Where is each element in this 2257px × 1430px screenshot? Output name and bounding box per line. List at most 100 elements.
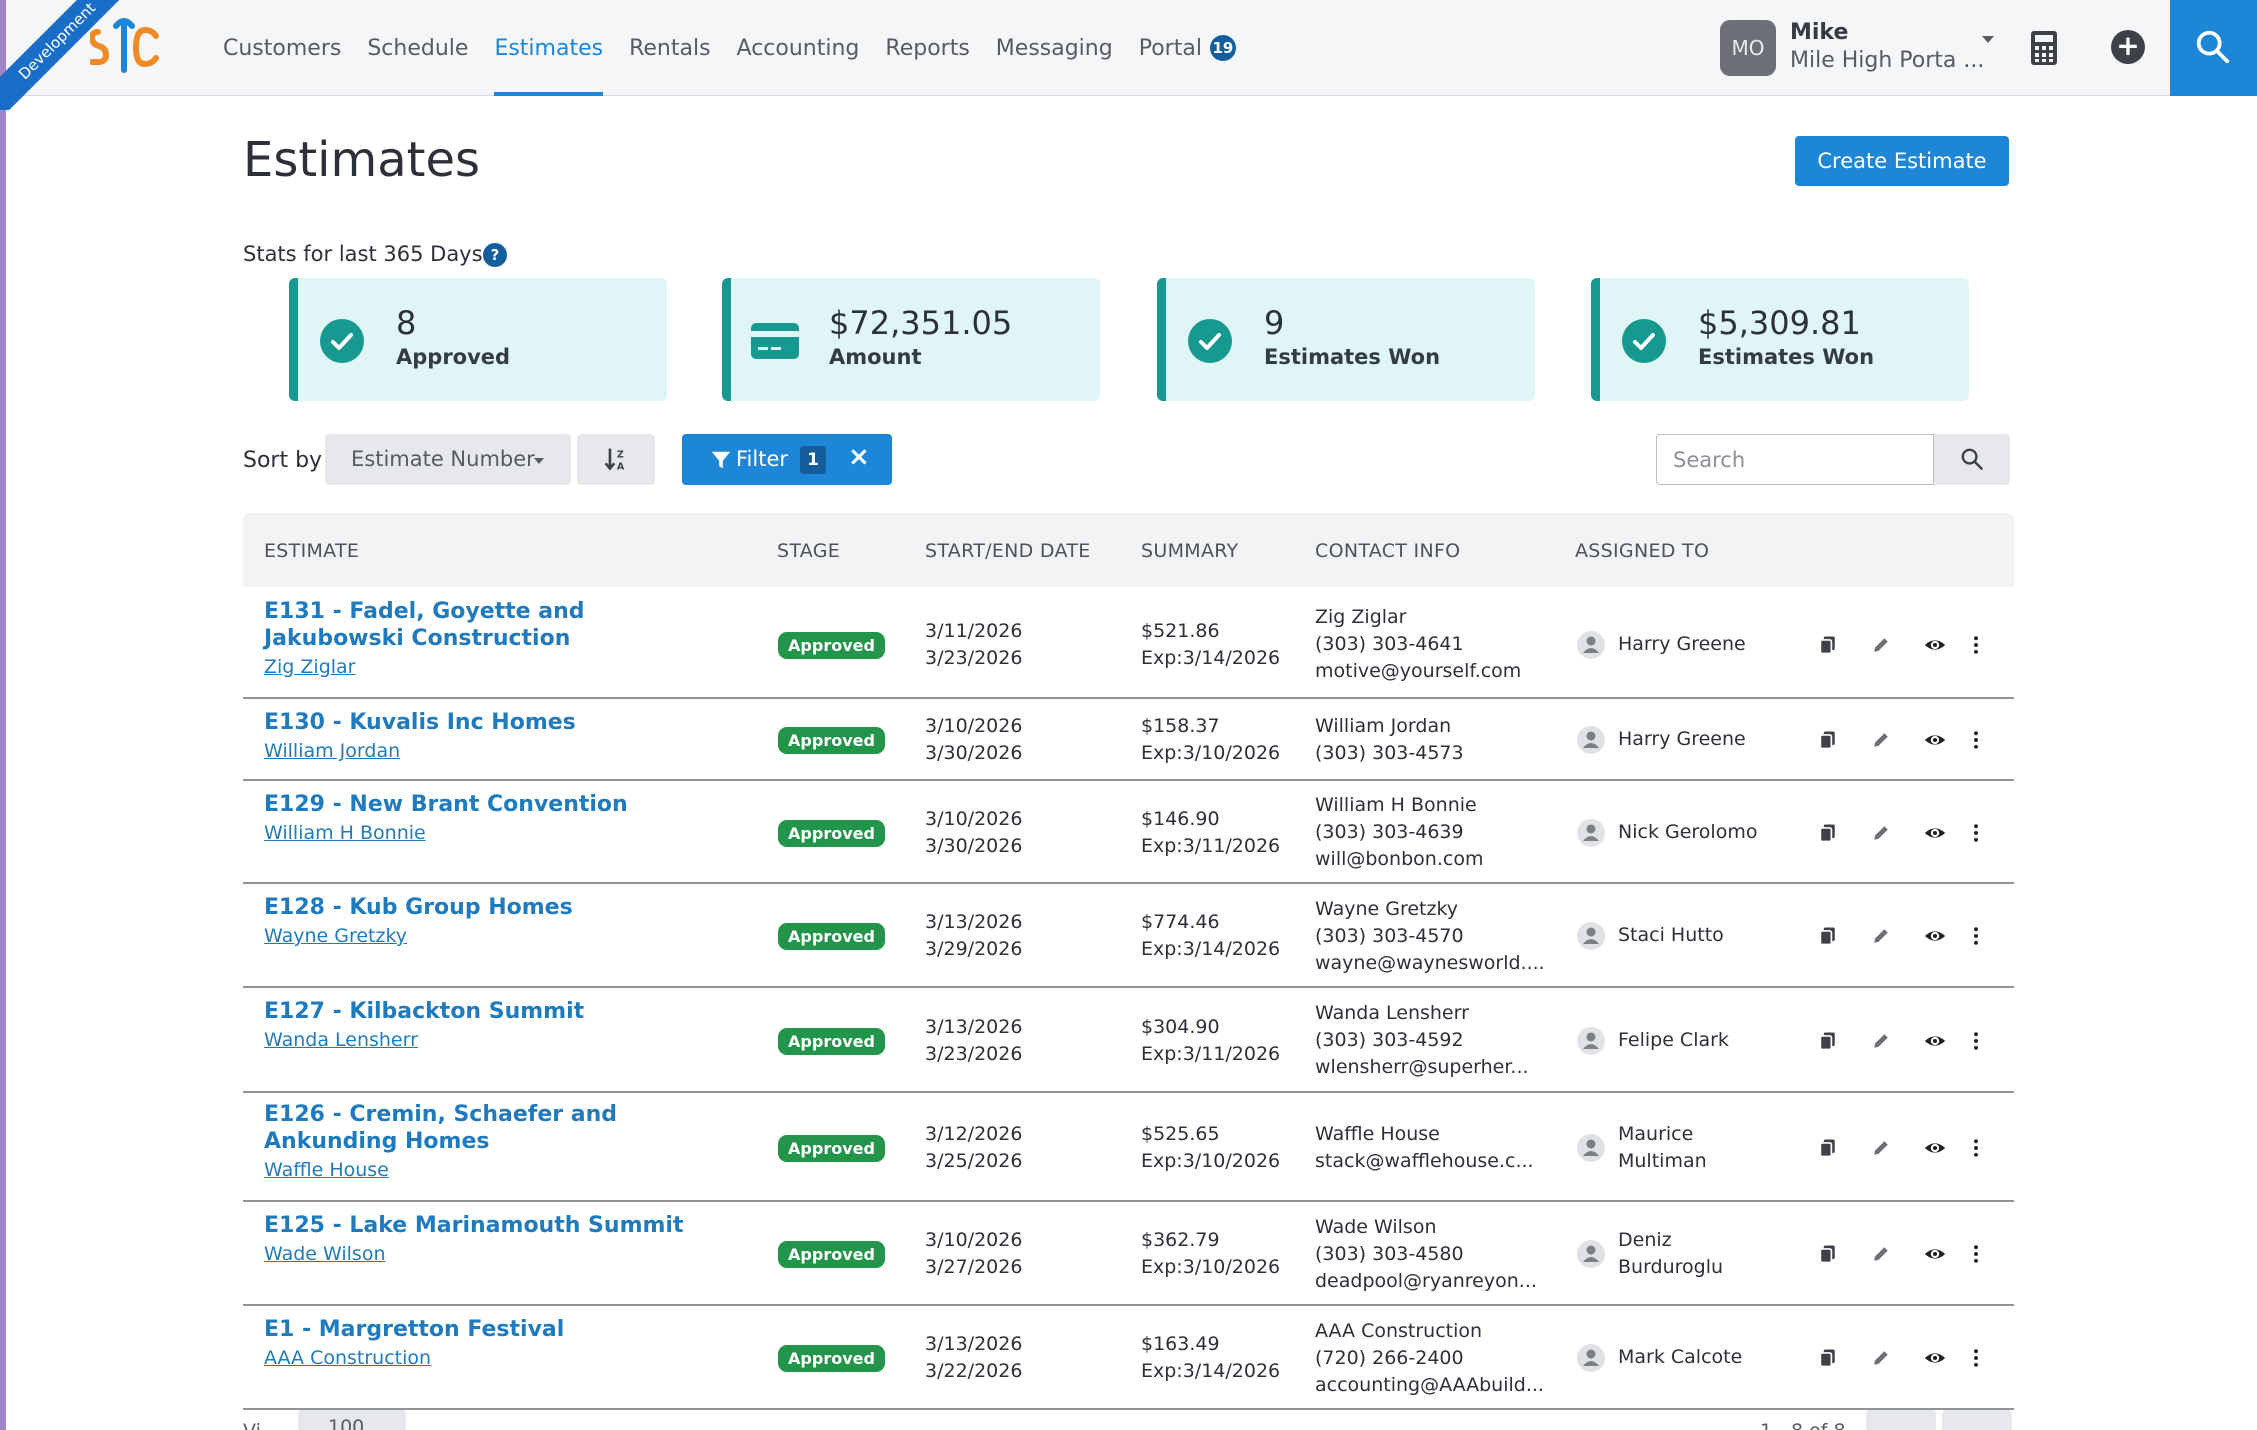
user-icon [1577, 1344, 1605, 1372]
kebab-menu-icon[interactable] [1965, 634, 1991, 660]
estimate-contact-link[interactable]: William Jordan [264, 740, 400, 762]
estimate-title-link[interactable]: E129 - New Brant Convention [264, 791, 694, 818]
pencil-icon[interactable] [1870, 1137, 1896, 1163]
column-header-summary[interactable]: SUMMARY [1141, 540, 1238, 562]
column-header-dates[interactable]: START/END DATE [925, 540, 1091, 562]
search-button[interactable] [1934, 434, 2010, 485]
column-header-stage[interactable]: STAGE [777, 540, 840, 562]
copy-icon[interactable] [1817, 822, 1843, 848]
close-icon[interactable]: × [848, 442, 870, 472]
kebab-menu-icon[interactable] [1965, 729, 1991, 755]
kebab-menu-icon[interactable] [1965, 1030, 1991, 1056]
copy-icon[interactable] [1817, 925, 1843, 951]
nav-reports[interactable]: Reports [872, 0, 982, 96]
plus-circle-icon[interactable]: + [2111, 30, 2145, 64]
status-badge: Approved [778, 1134, 885, 1162]
estimate-contact-link[interactable]: Zig Ziglar [264, 656, 355, 678]
column-header-contact[interactable]: CONTACT INFO [1315, 540, 1460, 562]
assignee-name: Nick Gerolomo [1618, 820, 1758, 843]
sort-by-select[interactable]: Estimate Number [325, 434, 571, 485]
nav-messaging[interactable]: Messaging [983, 0, 1126, 96]
nav-estimates[interactable]: Estimates [481, 0, 616, 96]
contact-line: (303) 303-4592 [1315, 1029, 1464, 1051]
search-input[interactable] [1656, 434, 1934, 485]
column-header-estimate[interactable]: ESTIMATE [264, 540, 359, 562]
kebab-menu-icon[interactable] [1965, 925, 1991, 951]
pencil-icon[interactable] [1870, 925, 1896, 951]
nav-accounting[interactable]: Accounting [724, 0, 873, 96]
pencil-icon[interactable] [1870, 729, 1896, 755]
nav-portal[interactable]: Portal 19 [1126, 0, 1249, 96]
contact-line: Wade Wilson [1315, 1215, 1437, 1238]
estimate-title-link[interactable]: E126 - Cremin, Schaefer and Ankunding Ho… [264, 1101, 694, 1155]
check-circle-icon [320, 319, 364, 363]
filter-count-badge: 1 [800, 446, 826, 474]
table-row: E1 - Margretton Festival AAA Construction… [243, 1306, 2014, 1410]
eye-icon[interactable] [1923, 728, 1949, 754]
estimate-title-link[interactable]: E1 - Margretton Festival [264, 1316, 694, 1343]
estimate-title-link[interactable]: E131 - Fadel, Goyette and Jakubowski Con… [264, 598, 694, 652]
pagination-count: 1 - 8 of 8 [1760, 1420, 1846, 1430]
estimate-title-link[interactable]: E128 - Kub Group Homes [264, 894, 694, 921]
eye-icon[interactable] [1923, 1346, 1949, 1372]
contact-line: (720) 266-2400 [1315, 1346, 1464, 1369]
calculator-icon[interactable] [2030, 30, 2058, 66]
column-header-assigned[interactable]: ASSIGNED TO [1575, 540, 1709, 562]
nav-customers-label: Customers [223, 35, 342, 61]
eye-icon[interactable] [1923, 1242, 1949, 1268]
environment-ribbon-label: Development [0, 0, 130, 110]
summary-amount: $774.46 [1141, 911, 1220, 933]
copy-icon[interactable] [1817, 1137, 1843, 1163]
global-search-button[interactable] [2170, 0, 2257, 96]
estimate-contact-link[interactable]: AAA Construction [264, 1347, 431, 1369]
eye-icon[interactable] [1923, 1029, 1949, 1055]
estimate-contact-link[interactable]: William H Bonnie [264, 822, 426, 844]
help-icon[interactable]: ? [483, 243, 507, 267]
pencil-icon[interactable] [1870, 1243, 1896, 1269]
kebab-menu-icon[interactable] [1965, 1137, 1991, 1163]
sort-direction-button[interactable]: Z A [577, 434, 655, 485]
page-size-select[interactable]: 100 [298, 1410, 406, 1430]
pencil-icon[interactable] [1870, 822, 1896, 848]
user-menu[interactable]: MO Mike Mile High Porta ... [1720, 18, 2000, 78]
estimate-contact-link[interactable]: Waffle House [264, 1159, 389, 1181]
nav-customers[interactable]: Customers [210, 0, 354, 96]
contact-line: (303) 303-4573 [1315, 742, 1464, 764]
copy-icon[interactable] [1817, 1243, 1843, 1269]
create-estimate-button[interactable]: Create Estimate [1795, 136, 2009, 186]
estimate-contact-link[interactable]: Wade Wilson [264, 1243, 386, 1265]
copy-icon[interactable] [1817, 729, 1843, 755]
eye-icon[interactable] [1923, 633, 1949, 659]
previous-page-button[interactable] [1866, 1410, 1936, 1430]
estimate-contact-link[interactable]: Wayne Gretzky [264, 925, 407, 947]
start-date: 3/12/2026 [925, 1122, 1023, 1145]
status-badge: Approved [778, 819, 885, 847]
kebab-menu-icon[interactable] [1965, 822, 1991, 848]
copy-icon[interactable] [1817, 634, 1843, 660]
pencil-icon[interactable] [1870, 634, 1896, 660]
eye-icon[interactable] [1923, 821, 1949, 847]
estimate-title-link[interactable]: E127 - Kilbackton Summit [264, 998, 694, 1025]
estimate-contact-link[interactable]: Wanda Lensherr [264, 1029, 418, 1051]
end-date: 3/30/2026 [925, 834, 1023, 857]
next-page-button[interactable] [1942, 1410, 2012, 1430]
eye-icon[interactable] [1923, 924, 1949, 950]
summary-expiration: Exp:3/11/2026 [1141, 834, 1281, 857]
assignee-name: Deniz Burduroglu [1618, 1229, 1724, 1278]
copy-icon[interactable] [1817, 1030, 1843, 1056]
nav-rentals[interactable]: Rentals [616, 0, 723, 96]
kebab-menu-icon[interactable] [1965, 1243, 1991, 1269]
stat-label: Amount [829, 345, 922, 369]
filter-button[interactable]: Filter 1 × [682, 434, 892, 485]
estimate-title-link[interactable]: E130 - Kuvalis Inc Homes [264, 709, 694, 736]
estimate-title-link[interactable]: E125 - Lake Marinamouth Summit [264, 1212, 694, 1239]
eye-icon[interactable] [1923, 1136, 1949, 1162]
copy-icon[interactable] [1817, 1347, 1843, 1373]
kebab-menu-icon[interactable] [1965, 1347, 1991, 1373]
nav-schedule[interactable]: Schedule [354, 0, 481, 96]
nav-schedule-label: Schedule [367, 35, 469, 61]
pencil-icon[interactable] [1870, 1030, 1896, 1056]
pencil-icon[interactable] [1870, 1347, 1896, 1373]
search-icon [2196, 30, 2230, 64]
sort-descending-icon: Z A [604, 448, 625, 472]
